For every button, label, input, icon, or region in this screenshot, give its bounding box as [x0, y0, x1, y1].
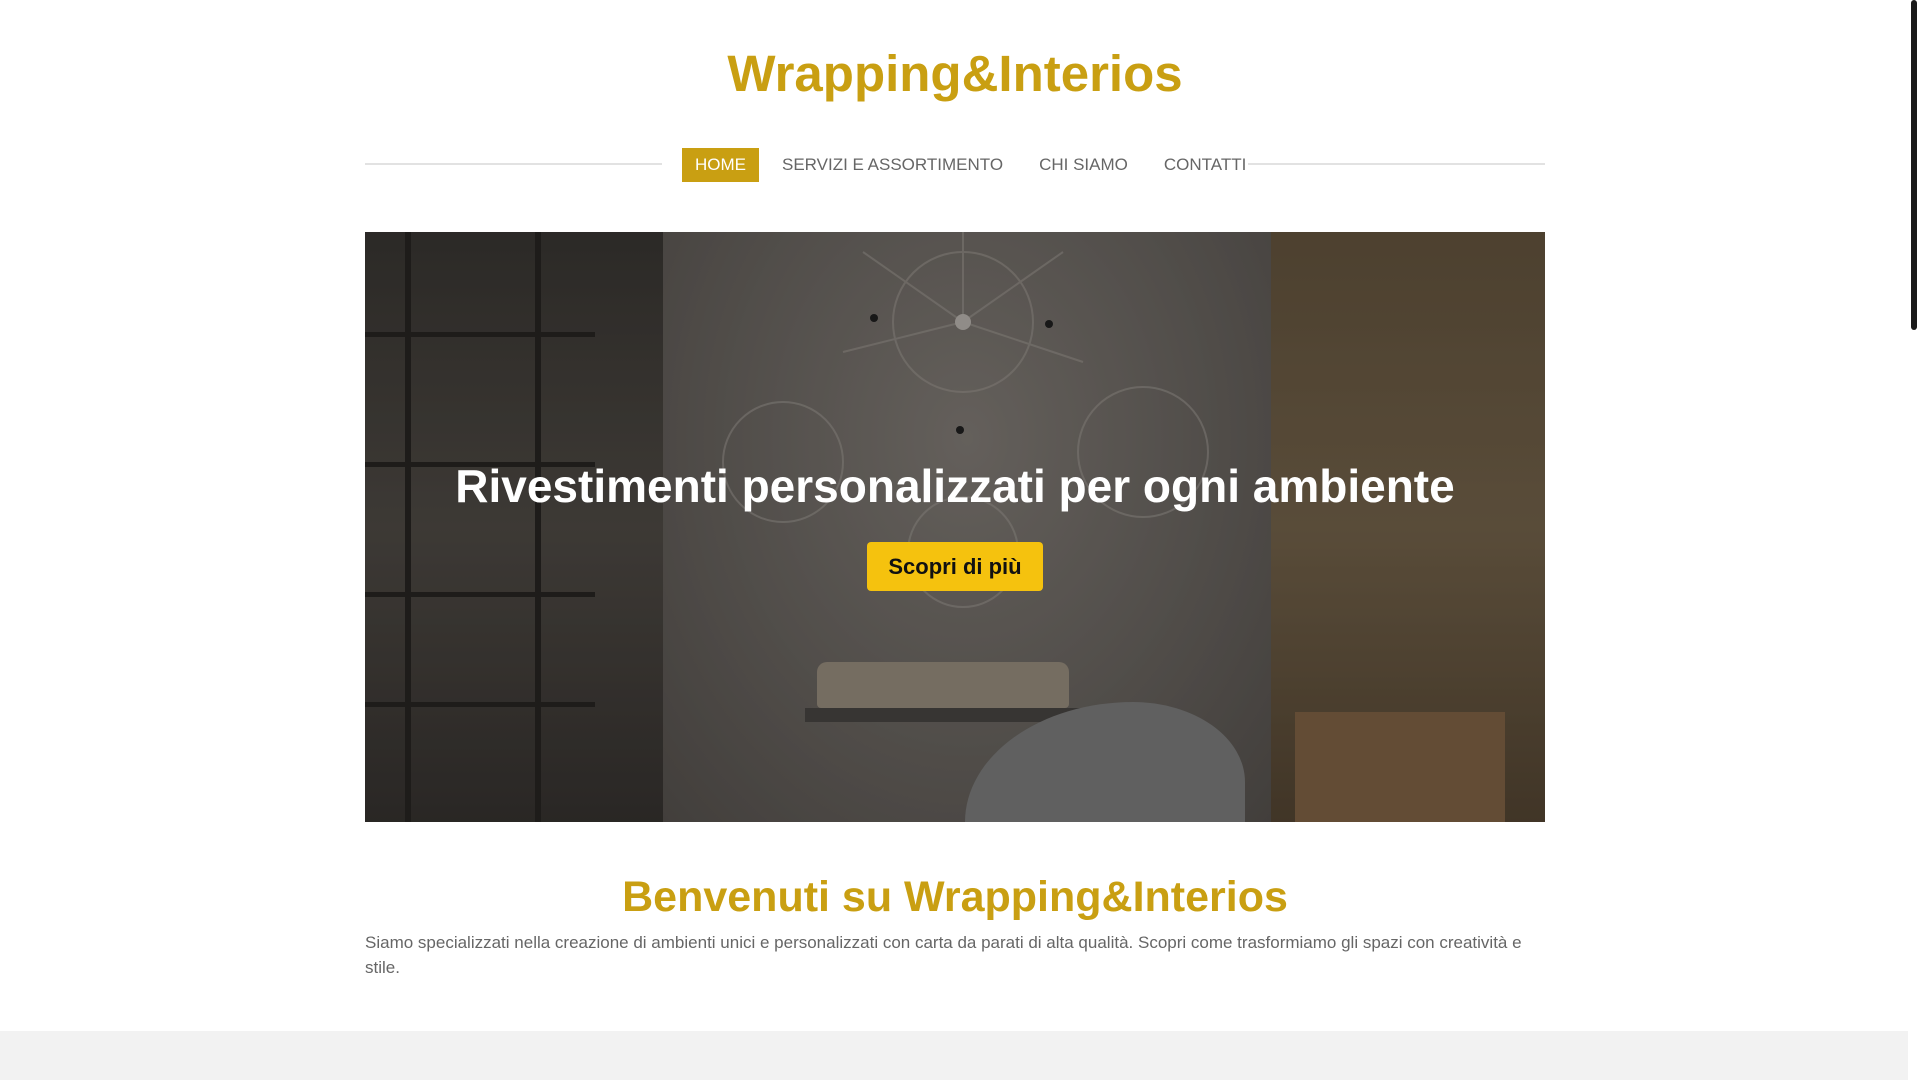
- nav-item-contatti[interactable]: CONTATTI: [1151, 148, 1259, 182]
- nav-item-servizi[interactable]: SERVIZI E ASSORTIMENTO: [769, 148, 1016, 182]
- site-title[interactable]: Wrapping&Interios: [365, 40, 1545, 108]
- hero-heading: Rivestimenti personalizzati per ogni amb…: [455, 460, 1455, 512]
- hero-overlay: [365, 232, 1545, 822]
- hero-banner: Rivestimenti personalizzati per ogni amb…: [365, 232, 1545, 822]
- discover-more-button[interactable]: Scopri di più: [867, 542, 1043, 591]
- main-navigation: HOME SERVIZI E ASSORTIMENTO CHI SIAMO CO…: [365, 148, 1545, 182]
- welcome-text: Siamo specializzati nella creazione di a…: [365, 933, 1522, 977]
- nav-divider-left: [365, 163, 662, 165]
- nav-item-chi-siamo[interactable]: CHI SIAMO: [1026, 148, 1141, 182]
- main-container: Wrapping&Interios HOME SERVIZI E ASSORTI…: [365, 0, 1545, 1031]
- welcome-title: Benvenuti su Wrapping&Interios: [622, 873, 1288, 921]
- nav-divider-right: [1248, 163, 1545, 165]
- footer-band: [0, 1031, 1908, 1080]
- page-scrollbar[interactable]: [1908, 0, 1920, 1080]
- page: Wrapping&Interios HOME SERVIZI E ASSORTI…: [0, 0, 1920, 1080]
- nav-item-home[interactable]: HOME: [682, 148, 759, 182]
- nav-menu: HOME SERVIZI E ASSORTIMENTO CHI SIAMO CO…: [682, 148, 1269, 182]
- scrollbar-thumb[interactable]: [1911, 0, 1917, 330]
